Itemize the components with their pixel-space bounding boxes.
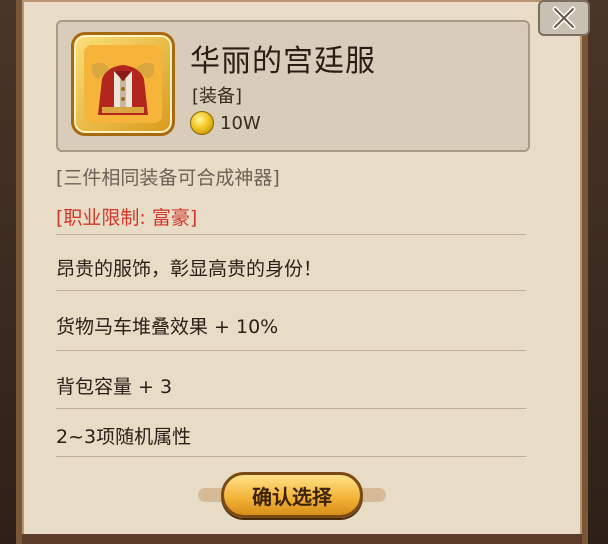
attribute-line: 2~3项随机属性 [56, 426, 192, 448]
divider [56, 350, 526, 351]
price-value: 10W [220, 112, 261, 134]
item-icon-frame [71, 32, 175, 136]
divider [56, 408, 526, 409]
divider [56, 290, 526, 291]
item-name: 华丽的宫廷服 [190, 44, 376, 79]
gold-coin-icon [190, 111, 214, 135]
divider [56, 456, 526, 457]
class-restriction: [职业限制: 富豪] [56, 207, 198, 229]
attribute-line: 货物马车堆叠效果 + 10% [56, 316, 279, 338]
merge-hint: [三件相同装备可合成神器] [56, 167, 280, 189]
close-button[interactable] [538, 0, 590, 36]
divider [56, 234, 526, 235]
confirm-select-button[interactable]: 确认选择 [221, 472, 363, 518]
item-type: [装备] [192, 86, 243, 107]
court-uniform-icon [84, 45, 162, 123]
item-description: 昂贵的服饰，彰显高贵的身份！ [56, 258, 323, 280]
confirm-button-label: 确认选择 [252, 484, 332, 509]
close-icon [552, 6, 576, 30]
item-price: 10W [190, 111, 261, 135]
attribute-line: 背包容量 + 3 [56, 376, 173, 398]
